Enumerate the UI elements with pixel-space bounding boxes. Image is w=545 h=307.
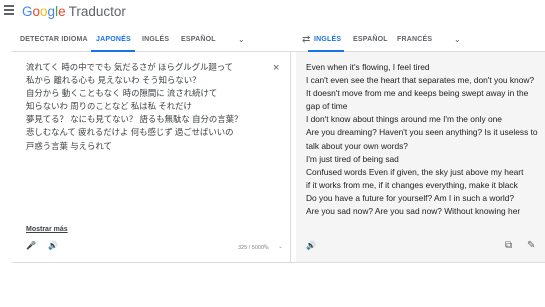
- source-text-input[interactable]: 流れてく 時の中ででも 気だるさが ほらグルグル廻って 私から 離れる心も 見え…: [26, 61, 276, 153]
- top-bar: Google Traductor: [0, 0, 545, 24]
- translation-output: Even when it's flowing, I feel tired I c…: [306, 61, 545, 218]
- chevron-down-icon[interactable]: ⌄: [278, 243, 283, 250]
- logo-letter: e: [58, 4, 66, 19]
- chevron-down-icon[interactable]: ⌄: [238, 35, 245, 44]
- edit-icon[interactable]: ✎: [527, 240, 535, 251]
- translation-line: gap of time: [306, 101, 348, 112]
- source-panel: 流れてく 時の中ででも 気だるさが ほらグルグル廻って 私から 離れる心も 見え…: [12, 52, 291, 262]
- logo-letter: o: [32, 4, 41, 19]
- source-line: 悲しむなんて 疲れるだけよ 何も感じず 過ごせばいいの: [26, 127, 234, 138]
- language-bar: DETECTAR IDIOMA JAPONÉS INGLÉS ESPAÑOL ⌄…: [12, 30, 545, 52]
- tab-source-spanish[interactable]: ESPAÑOL: [181, 36, 216, 43]
- source-line: 戸惑う言葉 与えられて: [26, 140, 112, 151]
- source-line: 自分から 動くこともなく 時の隙間に 流され続けて: [26, 88, 218, 99]
- translation-line: Even when it's flowing, I feel tired: [306, 62, 430, 72]
- tab-target-french[interactable]: FRANCÉS: [397, 36, 432, 43]
- translation-line: if it works from me, if it changes every…: [306, 179, 518, 190]
- tab-target-english[interactable]: INGLÉS: [314, 36, 341, 43]
- source-line: 夢見てる？ なにも見てない？ 語るも無駄な 自分の言葉？: [26, 114, 243, 125]
- translation-line: I don't know about things around me I'm …: [306, 114, 502, 125]
- translation-line: I can't even see the heart that separate…: [306, 75, 535, 86]
- swap-languages-icon[interactable]: ⇄: [302, 34, 310, 45]
- tab-detect-language[interactable]: DETECTAR IDIOMA: [20, 36, 88, 43]
- translation-line: It doesn't move from me and keeps being …: [306, 88, 529, 99]
- source-line: 私から 離れる心も 見えないわ そう知らない？: [26, 75, 201, 86]
- tab-source-english[interactable]: INGLÉS: [142, 36, 169, 43]
- microphone-icon[interactable]: 🎤: [26, 241, 36, 250]
- source-line: 知らないわ 周りのことなど 私は私 それだけ: [26, 101, 192, 112]
- logo-letter: o: [40, 4, 48, 19]
- product-name: Traductor: [68, 4, 126, 19]
- tab-source-japanese[interactable]: JAPONÉS: [96, 36, 131, 43]
- speaker-icon[interactable]: 🔊: [48, 241, 58, 250]
- translation-line: I'm just tired of being sad: [306, 153, 399, 164]
- tab-target-spanish[interactable]: ESPAÑOL: [353, 36, 388, 43]
- target-panel: Even when it's flowing, I feel tired I c…: [296, 52, 545, 262]
- source-line: 流れてく 時の中ででも 気だるさが ほらグルグル廻って: [26, 62, 234, 72]
- show-more-link[interactable]: Mostrar más: [26, 226, 68, 233]
- translation-line: Are you sad now? Are you sad now? Withou…: [306, 206, 521, 217]
- logo-letter: g: [47, 4, 56, 19]
- translation-line: talk about your own words?: [306, 140, 408, 151]
- translation-line: Confused words Even if given, the sky ju…: [306, 166, 524, 177]
- menu-icon[interactable]: [4, 5, 14, 15]
- handwriting-icon[interactable]: ✎: [263, 243, 270, 252]
- divider: [12, 262, 545, 263]
- translation-line: Do you have a future for yourself? Am I …: [306, 192, 515, 203]
- copy-icon[interactable]: ⧉: [505, 240, 512, 251]
- app-logo: Google Traductor: [22, 4, 126, 19]
- chevron-down-icon[interactable]: ⌄: [454, 35, 461, 44]
- clear-text-icon[interactable]: ×: [273, 62, 279, 74]
- translation-line: Are you dreaming? Haven't you seen anyth…: [306, 127, 538, 138]
- logo-letter: G: [22, 4, 33, 19]
- speaker-icon[interactable]: 🔊: [306, 241, 316, 250]
- character-count: 325 / 5000: [238, 245, 264, 251]
